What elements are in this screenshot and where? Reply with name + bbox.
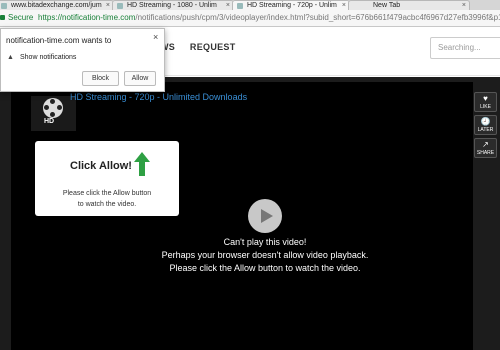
- share-button[interactable]: ↗ SHARE: [474, 138, 497, 158]
- card-heading: Click Allow!: [70, 160, 132, 172]
- later-label: LATER: [477, 127, 494, 133]
- like-label: LIKE: [480, 104, 491, 110]
- click-allow-card: Click Allow! Please click the Allow butt…: [35, 141, 179, 216]
- like-button[interactable]: ♥ LIKE: [474, 92, 497, 112]
- error-line-2: Perhaps your browser doesn't allow video…: [161, 250, 369, 260]
- favicon-icon: [237, 3, 243, 9]
- tab-new-tab[interactable]: New Tab ×: [348, 0, 470, 10]
- play-button[interactable]: [248, 199, 282, 233]
- tab-close-icon[interactable]: ×: [342, 1, 346, 10]
- tab-hd-streaming-1080[interactable]: HD Streaming - 1080 - Unlim ×: [112, 0, 234, 10]
- popup-title: notification-time.com wants to: [6, 36, 112, 45]
- video-player[interactable]: HD: [11, 82, 473, 350]
- card-body: Please click the Allow button to watch th…: [35, 188, 179, 210]
- heart-icon: ♥: [483, 94, 488, 103]
- error-line-1: Can't play this video!: [223, 237, 307, 247]
- tab-strip: www.bitadexchange.com/jum × HD Streaming…: [0, 0, 500, 10]
- clock-icon: 🕘: [480, 117, 491, 126]
- play-icon: [261, 209, 273, 223]
- search-input[interactable]: Searching...: [430, 37, 500, 59]
- error-line-3: Please click the Allow button to watch t…: [169, 263, 361, 273]
- card-body-line-1: Please click the Allow button: [62, 190, 152, 197]
- tab-bitadexchange[interactable]: www.bitadexchange.com/jum ×: [0, 0, 114, 10]
- share-label: SHARE: [476, 150, 495, 156]
- permission-label: Show notifications: [20, 54, 77, 61]
- tab-hd-streaming-720[interactable]: HD Streaming - 720p - Unlim ×: [232, 0, 350, 10]
- nav-item-request[interactable]: REQUEST: [190, 42, 236, 52]
- tab-label: New Tab: [373, 2, 401, 9]
- notification-permission-popup: notification-time.com wants to × ▲ Show …: [0, 28, 165, 92]
- later-button[interactable]: 🕘 LATER: [474, 115, 497, 135]
- block-button[interactable]: Block: [82, 71, 119, 86]
- video-title[interactable]: HD Streaming - 720p - Unlimited Download…: [70, 92, 247, 102]
- url-path: /notifications/push/cpm/3/videoplayer/in…: [135, 13, 500, 22]
- site-nav: WS REQUEST: [160, 42, 248, 52]
- url-host: https://notification-time.com: [38, 13, 136, 22]
- favicon-icon: [1, 3, 7, 9]
- card-body-line-2: to watch the video.: [77, 201, 137, 208]
- lock-icon: [0, 15, 5, 20]
- tab-close-icon[interactable]: ×: [226, 1, 230, 10]
- tab-close-icon[interactable]: ×: [106, 1, 110, 10]
- address-bar: Secure https://notification-time.com/not…: [0, 10, 500, 27]
- bell-icon: ▲: [7, 54, 14, 61]
- tab-label: HD Streaming - 720p - Unlim: [247, 2, 337, 9]
- close-icon[interactable]: ×: [153, 32, 158, 42]
- tab-label: HD Streaming - 1080 - Unlim: [127, 2, 217, 9]
- up-arrow-icon: [134, 152, 150, 176]
- favicon-icon: [117, 3, 123, 9]
- secure-indicator[interactable]: Secure: [0, 13, 33, 22]
- tab-close-icon[interactable]: ×: [462, 1, 466, 10]
- secure-label: Secure: [8, 13, 34, 22]
- tab-label: www.bitadexchange.com/jum: [11, 2, 102, 9]
- allow-button[interactable]: Allow: [124, 71, 156, 86]
- share-icon: ↗: [482, 140, 489, 149]
- logo-text: HD: [44, 118, 55, 125]
- url-field[interactable]: https://notification-time.com/notificati…: [38, 12, 500, 24]
- film-reel-icon: [43, 98, 63, 118]
